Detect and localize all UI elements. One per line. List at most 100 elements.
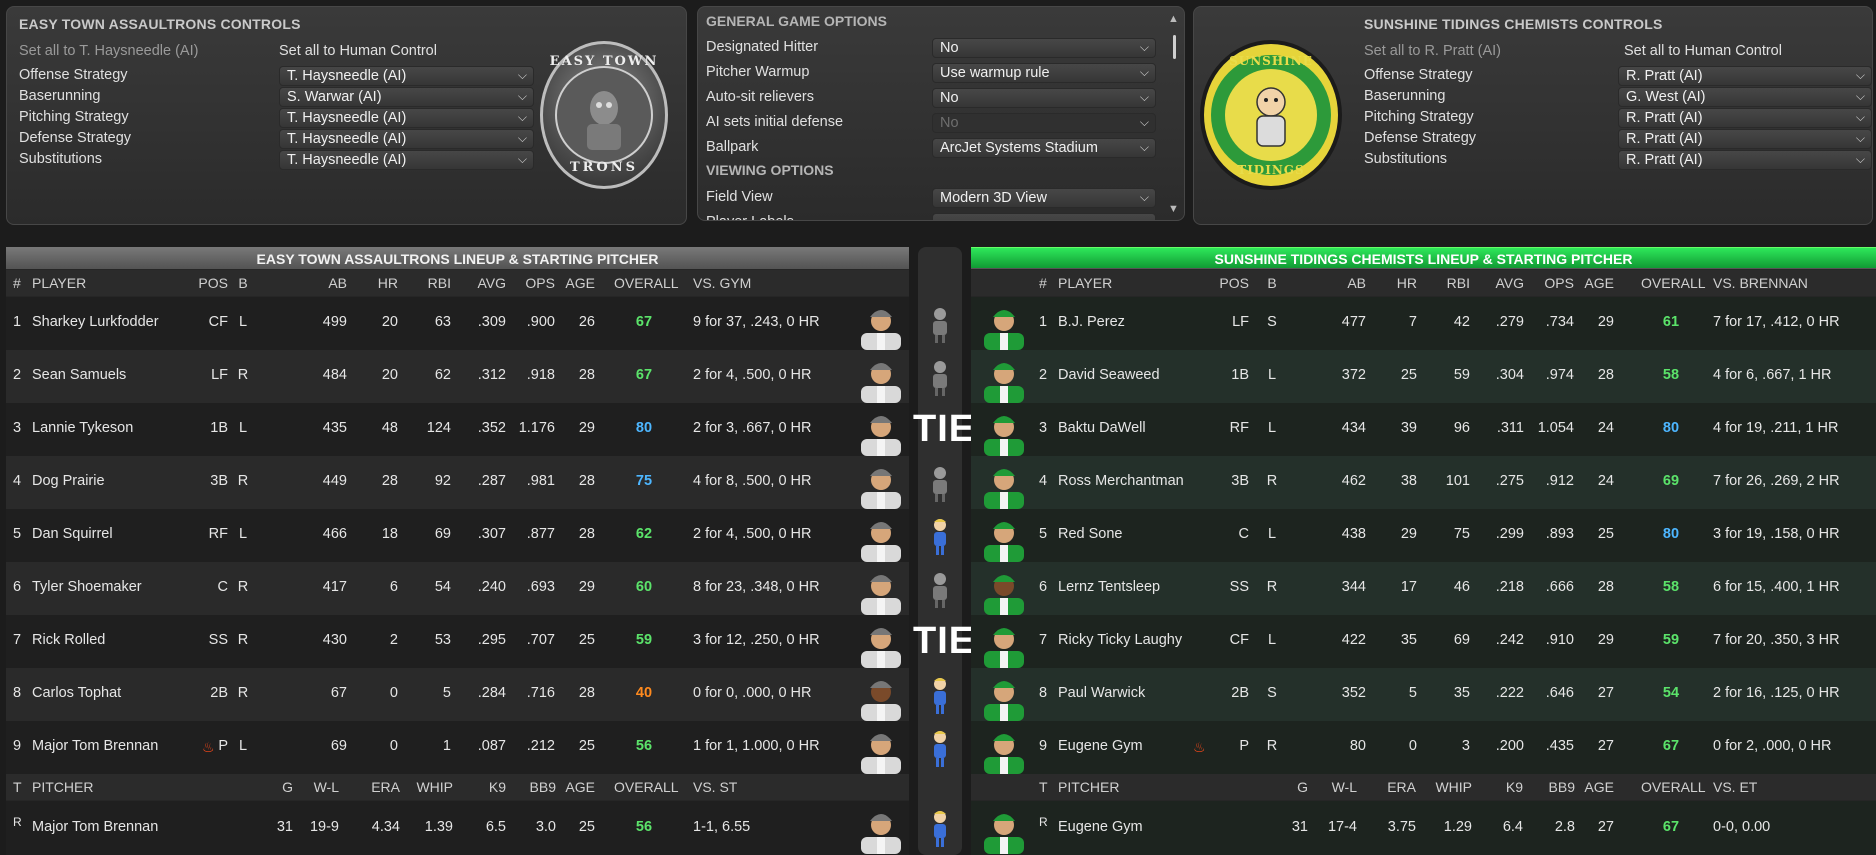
away-setting-dropdown[interactable]: T. Haysneedle (AI) ⌵ [279,108,534,128]
lineup-row[interactable]: 4 Ross Merchantman 3B R 462 38 101.275.912 24 69… [971,456,1876,509]
pitcher-column-header-age[interactable]: AGE [1584,779,1614,795]
lineup-row[interactable]: 6 Lernz Tentsleep SS R 344 17 46.218.666 28 58 6 … [971,562,1876,615]
option-dropdown[interactable]: Use warmup rule ⌵ [932,63,1156,83]
lineup-row[interactable]: 8 Paul Warwick 2B S 352 5 35.222.646 27 54 2 for … [971,668,1876,721]
scroll-down-icon[interactable]: ▼ [1168,203,1179,215]
away-setting-dropdown[interactable]: S. Warwar (AI) ⌵ [279,87,534,107]
scroll-thumb[interactable] [1173,35,1176,59]
lineup-row[interactable]: 6 Tyler Shoemaker C R 417 6 54.240.693 29 60 8 fo… [6,562,909,615]
pitcher-column-header-wl[interactable]: W-L [1332,779,1357,795]
player-ops: .693 [526,579,555,595]
away-set-all-human[interactable]: Set all to Human Control [279,43,437,59]
column-header-ops[interactable]: OPS [1544,275,1574,291]
scroll-up-icon[interactable]: ▲ [1168,13,1179,25]
away-setting-dropdown[interactable]: T. Haysneedle (AI) ⌵ [279,66,534,86]
chevron-down-icon: ⌵ [1855,152,1865,166]
column-header-age[interactable]: AGE [565,275,595,291]
away-set-all-ai[interactable]: Set all to T. Haysneedle (AI) [19,43,198,59]
column-header-ops[interactable]: OPS [525,275,555,291]
column-header-player[interactable]: PLAYER [1058,275,1112,291]
option-dropdown[interactable]: ⌵ [932,213,1156,220]
column-header-overall[interactable]: OVERALL [614,275,679,291]
pitcher-column-header-k9[interactable]: K9 [1506,779,1523,795]
pitcher-column-header-bb9[interactable]: BB9 [530,779,556,795]
column-header-b[interactable]: B [213,275,273,291]
player-vs: 0 for 0, .000, 0 HR [693,685,812,701]
column-header-hr[interactable]: HR [378,275,398,291]
pitcher-column-header-g[interactable]: G [282,779,293,795]
option-dropdown[interactable]: ArcJet Systems Stadium ⌵ [932,138,1156,158]
home-setting-dropdown[interactable]: R. Pratt (AI) ⌵ [1618,150,1872,170]
home-setting-dropdown[interactable]: R. Pratt (AI) ⌵ [1618,129,1872,149]
pitcher-column-header-pitcher[interactable]: PITCHER [1058,779,1119,795]
column-header-ab[interactable]: AB [1347,275,1366,291]
pitcher-column-header-overall[interactable]: OVERALL [614,779,679,795]
lineup-row[interactable]: 4 Dog Prairie 3B R 449 28 92.287.981 28 75 4 for … [6,456,909,509]
option-dropdown[interactable]: Modern 3D View ⌵ [932,188,1156,208]
home-setting-dropdown[interactable]: R. Pratt (AI) ⌵ [1618,108,1872,128]
pitcher-column-header-t[interactable]: T [1039,779,1048,795]
pitcher-column-header-g[interactable]: G [1297,779,1308,795]
pitcher-column-header-k9[interactable]: K9 [489,779,506,795]
column-header-b[interactable]: B [1242,275,1302,291]
pitcher-row[interactable]: R Eugene Gym 31 17-4 3.75 1.29 6.4 2.8 27 67 0-0, … [971,801,1876,855]
lineup-row[interactable]: 1 B.J. Perez LF S 477 7 42.279.734 29 61 7 for 17… [971,297,1876,350]
column-header-vs[interactable]: VS. GYM [693,275,751,291]
lineup-row[interactable]: 5 Red Sone C L 438 29 75.299.893 25 80 3 for 19, … [971,509,1876,562]
lineup-row[interactable]: 7 Ricky Ticky Laughy CF L 422 35 69.242.910 29 5… [971,615,1876,668]
home-setting-dropdown[interactable]: R. Pratt (AI) ⌵ [1618,66,1872,86]
pitcher-column-header-era[interactable]: ERA [371,779,400,795]
lineup-row[interactable]: 2 Sean Samuels LF R 484 20 62.312.918 28 67 2 for… [6,350,909,403]
player-num: 4 [13,473,22,489]
pitcher-column-header-vs[interactable]: VS. ET [1713,779,1757,795]
lineup-row[interactable]: 3 Baktu DaWell RF L 434 39 96.311 1.054 24 80 4 fo… [971,403,1876,456]
player-portrait [853,297,909,350]
options-scrollbar[interactable]: ▲ ▼ [1168,13,1182,217]
column-header-player[interactable]: PLAYER [32,275,86,291]
lineup-row[interactable]: 3 Lannie Tykeson 1B L 435 48 124.352 1.176 29 80 2… [6,403,909,456]
pitcher-column-header-whip[interactable]: WHIP [1435,779,1472,795]
lineup-row[interactable]: 2 David Seaweed 1B L 372 25 59.304.974 28 58 4 fo… [971,350,1876,403]
player-age: 24 [1597,420,1614,436]
column-header-rbi[interactable]: RBI [428,275,451,291]
pitcher-column-header-era[interactable]: ERA [1387,779,1416,795]
lineup-row[interactable]: 9 Major Tom Brennan P L 69 0 1.087.212 25 56 1 fo… [6,721,909,774]
pitcher-column-header-pitcher[interactable]: PITCHER [32,779,93,795]
player-hr: 20 [381,314,398,330]
away-setting-dropdown[interactable]: T. Haysneedle (AI) ⌵ [279,129,534,149]
column-header-avg[interactable]: AVG [1495,275,1524,291]
lineup-row[interactable]: 5 Dan Squirrel RF L 466 18 69.307.877 28 62 2 for… [6,509,909,562]
chevron-down-icon: ⌵ [517,110,527,124]
column-header-hr[interactable]: HR [1397,275,1417,291]
pitcher-column-header-t[interactable]: T [13,779,22,795]
lineup-row[interactable]: 8 Carlos Tophat 2B R 67 0 5.284.716 28 40 0 for 0… [6,668,909,721]
pitcher-column-header-whip[interactable]: WHIP [416,779,453,795]
column-header-overall[interactable]: OVERALL [1641,275,1706,291]
option-dropdown[interactable]: No ⌵ [932,38,1156,58]
column-header-num[interactable]: # [1039,275,1047,291]
pitcher-column-header-overall[interactable]: OVERALL [1641,779,1706,795]
pitcher-column-header-bb9[interactable]: BB9 [1549,779,1575,795]
home-setting-dropdown[interactable]: G. West (AI) ⌵ [1618,87,1872,107]
column-header-rbi[interactable]: RBI [1447,275,1470,291]
lineup-row[interactable]: 9 Eugene Gym P R 80 0 3.200.435 27 67 0 for 2, .0… [971,721,1876,774]
column-header-avg[interactable]: AVG [477,275,506,291]
home-set-all-human[interactable]: Set all to Human Control [1624,43,1782,59]
robot-icon [928,463,952,503]
player-ops: .900 [526,314,555,330]
pitcher-column-header-wl[interactable]: W-L [314,779,339,795]
pitcher-column-header-age[interactable]: AGE [565,779,595,795]
away-setting-dropdown[interactable]: T. Haysneedle (AI) ⌵ [279,150,534,170]
lineup-row[interactable]: 7 Rick Rolled SS R 430 2 53.295.707 25 59 3 for 1… [6,615,909,668]
home-controls-panel: SUNSHINE TIDINGS SUNSHINE TIDINGS CHEMIS… [1193,6,1873,225]
column-header-vs[interactable]: VS. BRENNAN [1713,275,1808,291]
player-portrait [853,456,909,509]
home-set-all-ai[interactable]: Set all to R. Pratt (AI) [1364,43,1501,59]
lineup-row[interactable]: 1 Sharkey Lurkfodder CF L 499 20 63.309.900 26 6… [6,297,909,350]
column-header-age[interactable]: AGE [1584,275,1614,291]
option-dropdown[interactable]: No ⌵ [932,88,1156,108]
pitcher-row[interactable]: R Major Tom Brennan 31 19-9 4.34 1.39 6.5 3.0 25… [6,801,909,855]
column-header-ab[interactable]: AB [328,275,347,291]
pitcher-column-header-vs[interactable]: VS. ST [693,779,737,795]
column-header-num[interactable]: # [13,275,21,291]
